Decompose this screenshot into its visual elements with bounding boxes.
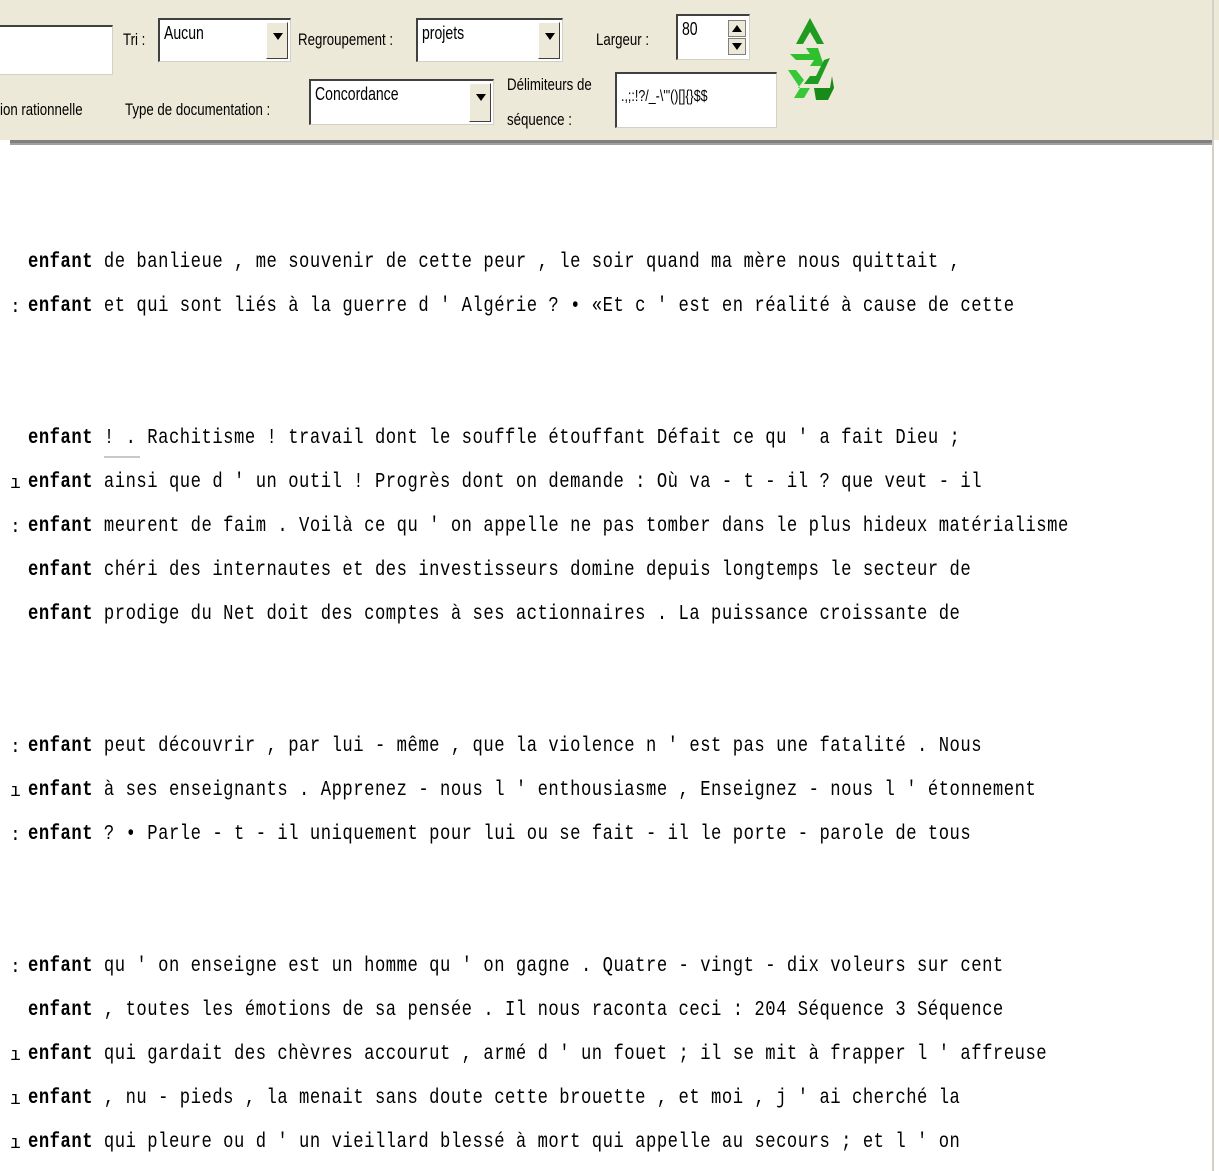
concordance-line[interactable]: enfant à ses enseignants . Apprenez - no… (28, 778, 1036, 802)
context-right: prodige du Net doit des comptes à ses ac… (93, 602, 961, 626)
concordance-line[interactable]: enfant qu ' on enseigne est un homme qu … (28, 954, 1004, 978)
keyword: enfant (28, 558, 94, 582)
concordance-line[interactable]: enfant , toutes les émotions de sa pensé… (28, 998, 1004, 1022)
context-right: chéri des internautes et des investisseu… (93, 558, 972, 582)
toolbar: Tri : Aucun Regroupement : projets Large… (0, 0, 1219, 140)
chevron-down-icon[interactable] (469, 83, 491, 122)
rationnelle-label: ion rationnelle (0, 100, 83, 119)
keyword: enfant (28, 250, 94, 274)
keyword: enfant (28, 734, 94, 758)
keyword: enfant (28, 470, 94, 494)
concordance-line[interactable]: enfant ? • Parle - t - il uniquement pou… (28, 822, 971, 846)
keyword: enfant (28, 954, 94, 978)
type-doc-dropdown-value: Concordance (315, 84, 399, 104)
largeur-value: 80 (682, 19, 698, 39)
line-marker: : (10, 826, 21, 846)
concordance-panel[interactable]: enfant de banlieue , me souvenir de cett… (0, 150, 1212, 1171)
context-right: qu ' on enseigne est un homme qu ' on ga… (93, 954, 1004, 978)
concordance-line[interactable]: enfant de banlieue , me souvenir de cett… (28, 250, 960, 274)
concordance-line[interactable]: enfant et qui sont liés à la guerre d ' … (28, 294, 1015, 318)
keyword: enfant (28, 426, 94, 450)
concordance-line[interactable]: enfant ainsi que d ' un outil ! Progrès … (28, 470, 982, 494)
regroupement-dropdown-value: projets (422, 23, 465, 43)
line-marker: ı (10, 782, 21, 802)
chevron-down-icon[interactable] (538, 22, 560, 59)
type-doc-label: Type de documentation : (125, 100, 271, 119)
concordance-line[interactable]: enfant prodige du Net doit des comptes à… (28, 602, 960, 626)
concordance-line[interactable]: enfant chéri des internautes et des inve… (28, 558, 971, 582)
line-marker: : (10, 298, 21, 318)
line-marker: : (10, 958, 21, 978)
line-marker: : (10, 738, 21, 758)
keyword: enfant (28, 822, 94, 846)
largeur-label: Largeur : (596, 30, 650, 49)
selection-underline (104, 456, 140, 458)
window-edge (1212, 0, 1214, 1171)
keyword: enfant (28, 1130, 94, 1154)
context-right: et qui sont liés à la guerre d ' Algérie… (93, 294, 1015, 318)
keyword: enfant (28, 294, 94, 318)
delimiteurs-value: .,;:!?/_-\'"()[]{}$$ (621, 88, 708, 105)
tri-dropdown[interactable]: Aucun (158, 18, 291, 62)
line-marker: ı (10, 1046, 21, 1066)
concordance-line[interactable]: enfant , nu - pieds , la menait sans dou… (28, 1086, 960, 1110)
spin-up-icon[interactable] (728, 20, 746, 37)
context-right: , nu - pieds , la menait sans doute cett… (93, 1086, 961, 1110)
context-right: de banlieue , me souvenir de cette peur … (93, 250, 961, 274)
line-marker: ı (10, 1134, 21, 1154)
search-input[interactable] (0, 25, 113, 75)
context-right: ? • Parle - t - il uniquement pour lui o… (93, 822, 972, 846)
context-right: qui pleure ou d ' un vieillard blessé à … (93, 1130, 961, 1154)
delimiteurs-input[interactable]: .,;:!?/_-\'"()[]{}$$ (615, 72, 777, 128)
context-right: , toutes les émotions de sa pensée . Il … (93, 998, 1004, 1022)
context-right: meurent de faim . Voilà ce qu ' on appel… (93, 514, 1069, 538)
spin-down-icon[interactable] (728, 38, 746, 55)
concordance-line[interactable]: enfant meurent de faim . Voilà ce qu ' o… (28, 514, 1069, 538)
concordance-line[interactable]: enfant peut découvrir , par lui - même ,… (28, 734, 982, 758)
tri-label: Tri : (123, 30, 146, 49)
concordance-line[interactable]: enfant qui gardait des chèvres accourut … (28, 1042, 1047, 1066)
context-right: ainsi que d ' un outil ! Progrès dont on… (93, 470, 983, 494)
context-right: ! . Rachitisme ! travail dont le souffle… (93, 426, 961, 450)
tri-dropdown-value: Aucun (164, 23, 204, 43)
chevron-down-icon[interactable] (266, 22, 288, 59)
concordance-line[interactable]: enfant qui pleure ou d ' un vieillard bl… (28, 1130, 960, 1154)
type-doc-dropdown[interactable]: Concordance (309, 79, 494, 125)
keyword: enfant (28, 1042, 94, 1066)
regroupement-dropdown[interactable]: projets (416, 18, 563, 62)
keyword: enfant (28, 602, 94, 626)
keyword: enfant (28, 778, 94, 802)
delimiteurs-label-2: séquence : (507, 110, 572, 129)
line-marker: ı (10, 1090, 21, 1110)
context-right: qui gardait des chèvres accourut , armé … (93, 1042, 1048, 1066)
regroupement-label: Regroupement : (298, 30, 394, 49)
keyword: enfant (28, 998, 94, 1022)
line-marker: ı (10, 474, 21, 494)
largeur-spinner[interactable]: 80 (676, 14, 750, 60)
toolbar-divider-shadow (10, 143, 1214, 145)
delimiteurs-label-1: Délimiteurs de (507, 75, 592, 94)
context-right: à ses enseignants . Apprenez - nous l ' … (93, 778, 1037, 802)
context-right: peut découvrir , par lui - même , que la… (93, 734, 983, 758)
line-marker: : (10, 518, 21, 538)
keyword: enfant (28, 1086, 94, 1110)
keyword: enfant (28, 514, 94, 538)
concordance-line[interactable]: enfant ! . Rachitisme ! travail dont le … (28, 426, 960, 450)
recycle-icon[interactable] (784, 14, 836, 102)
